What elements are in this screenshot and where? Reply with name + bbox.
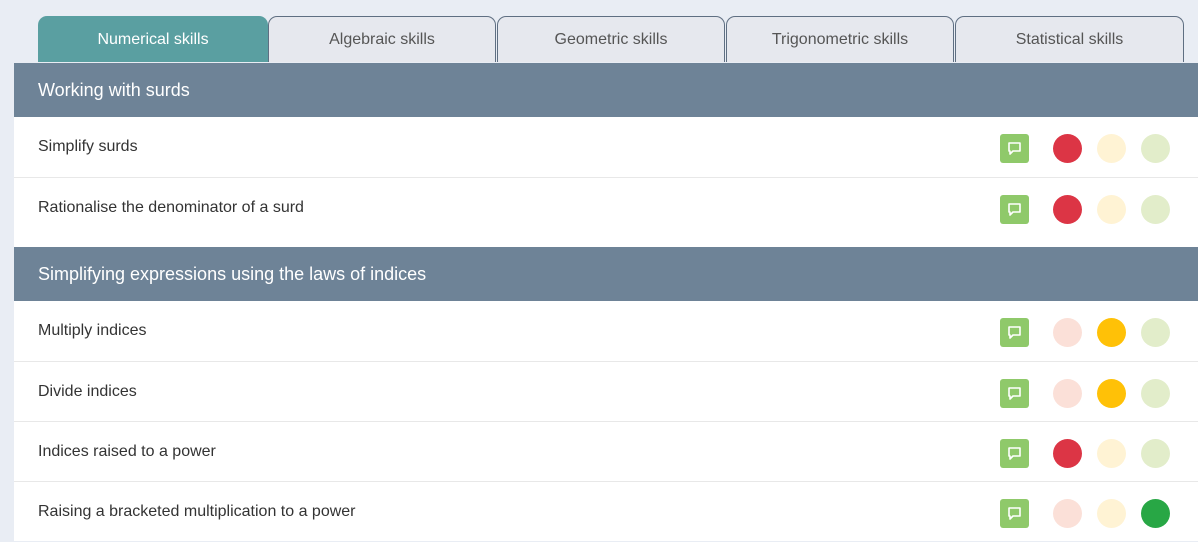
skills-frame: Numerical skills Algebraic skills Geomet… [14,16,1198,541]
rating-controls [998,301,1198,361]
rating-red-dot[interactable] [1053,439,1082,468]
comment-icon [1008,203,1021,216]
rating-controls [998,422,1198,482]
rating-amber-dot[interactable] [1097,134,1126,163]
rating-controls [998,178,1198,238]
rating-amber-dot[interactable] [1097,318,1126,347]
tab-numerical-skills[interactable]: Numerical skills [38,16,268,62]
rating-red-dot[interactable] [1053,195,1082,224]
comment-icon [1008,387,1021,400]
skill-tabs: Numerical skills Algebraic skills Geomet… [38,16,1184,63]
tab-trigonometric-skills[interactable]: Trigonometric skills [726,16,954,62]
comment-button[interactable] [1000,379,1029,408]
comment-button[interactable] [1000,134,1029,163]
comment-button[interactable] [1000,318,1029,347]
skill-row: Simplify surds [14,117,1198,177]
comment-button[interactable] [1000,195,1029,224]
rating-controls [998,482,1198,542]
skill-row: Rationalise the denominator of a surd [14,177,1198,237]
rating-amber-dot[interactable] [1097,379,1126,408]
rating-red-dot[interactable] [1053,499,1082,528]
comment-icon [1008,507,1021,520]
comment-button[interactable] [1000,439,1029,468]
rating-green-dot[interactable] [1141,195,1170,224]
comment-icon [1008,142,1021,155]
rating-controls [998,117,1198,177]
skill-row: Raising a bracketed multiplication to a … [14,481,1198,541]
rating-green-dot[interactable] [1141,134,1170,163]
section-header: Simplifying expressions using the laws o… [14,247,1198,301]
rating-green-dot[interactable] [1141,379,1170,408]
skill-row: Indices raised to a power [14,421,1198,481]
skill-row: Divide indices [14,361,1198,421]
skill-row: Multiply indices [14,301,1198,361]
rating-green-dot[interactable] [1141,439,1170,468]
comment-button[interactable] [1000,499,1029,528]
rating-amber-dot[interactable] [1097,439,1126,468]
tab-algebraic-skills[interactable]: Algebraic skills [268,16,496,62]
rating-controls [998,362,1198,422]
tab-geometric-skills[interactable]: Geometric skills [497,16,725,62]
rating-red-dot[interactable] [1053,134,1082,163]
section-header: Working with surds [14,63,1198,117]
rating-amber-dot[interactable] [1097,499,1126,528]
rating-red-dot[interactable] [1053,379,1082,408]
tab-statistical-skills[interactable]: Statistical skills [955,16,1184,62]
comment-icon [1008,447,1021,460]
comment-icon [1008,326,1021,339]
rating-green-dot[interactable] [1141,318,1170,347]
skills-panel: Working with surds Simplify surds Ration… [14,63,1198,541]
rating-amber-dot[interactable] [1097,195,1126,224]
rating-red-dot[interactable] [1053,318,1082,347]
rating-green-dot[interactable] [1141,499,1170,528]
